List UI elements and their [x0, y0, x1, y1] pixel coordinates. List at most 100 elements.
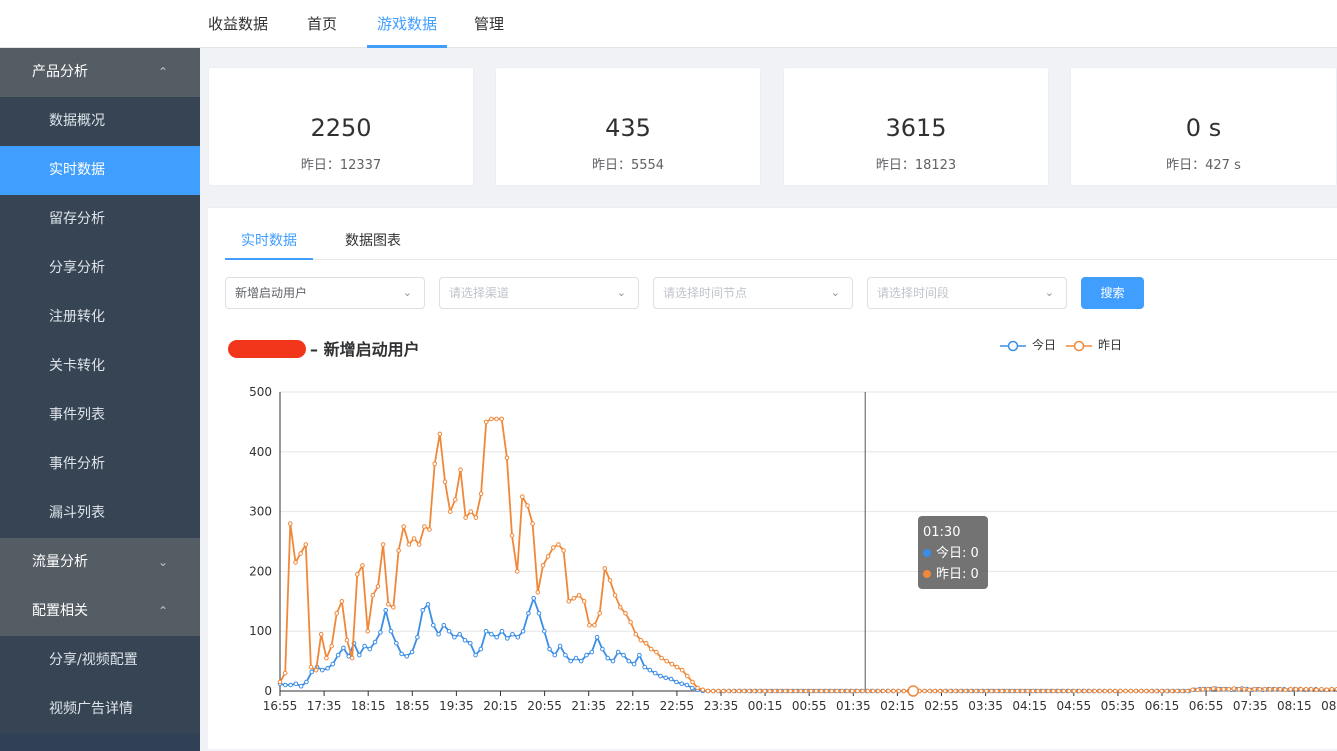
channel-select[interactable]: 请选择渠道 ⌄: [439, 277, 639, 309]
realtime-line-chart[interactable]: 0 100 200 300 400 500 16:55 17:35 18:15 18:55 19:3…: [208, 370, 1337, 720]
data-point: [1190, 687, 1195, 693]
data-point: [370, 593, 376, 598]
data-point: [341, 645, 346, 651]
data-point: [788, 688, 793, 694]
data-point: [288, 682, 293, 688]
nav-tab-home[interactable]: 首页: [307, 0, 337, 48]
card-yesterday: 昨日：427 s: [1166, 158, 1241, 173]
data-point: [515, 634, 521, 640]
x-tick-label: 07:35: [1233, 699, 1268, 713]
data-point: [881, 688, 886, 694]
tooltip-time: 01:30: [923, 525, 961, 540]
x-tick-label: 08:15: [1277, 699, 1312, 713]
legend-item-today[interactable]: 今日: [1000, 336, 1056, 353]
data-point: [834, 688, 840, 694]
data-point: [536, 611, 542, 616]
data-point: [1004, 688, 1010, 694]
sidebar: 产品分析 ⌃ 数据概况 实时数据 留存分析 分享分析 注册转化 关卡转化 事件列…: [0, 48, 200, 751]
legend-line-icon: [1000, 340, 1026, 351]
sidebar-item-register[interactable]: 注册转化: [0, 293, 200, 342]
data-point: [984, 688, 989, 694]
data-point: [473, 515, 479, 520]
nav-tab-manage[interactable]: 管理: [474, 0, 504, 48]
data-point: [447, 509, 453, 514]
sidebar-item-share[interactable]: 分享分析: [0, 244, 200, 293]
time-node-select[interactable]: 请选择时间节点 ⌄: [653, 277, 853, 309]
data-point: [690, 679, 695, 685]
data-point: [427, 527, 432, 532]
data-point: [1252, 686, 1257, 692]
data-point: [642, 664, 648, 670]
sidebar-item-level[interactable]: 关卡转化: [0, 342, 200, 391]
data-point: [1324, 687, 1329, 693]
tab-realtime[interactable]: 实时数据: [241, 230, 297, 260]
search-button[interactable]: 搜索: [1081, 277, 1144, 309]
chart-tooltip: 01:30 今日: 0 昨日: 0: [918, 516, 988, 589]
legend-item-yesterday[interactable]: 昨日: [1066, 336, 1122, 353]
data-point: [330, 661, 336, 667]
data-point: [721, 688, 726, 694]
data-point: [530, 521, 535, 526]
sidebar-item-event-analysis[interactable]: 事件分析: [0, 440, 200, 489]
data-point: [557, 643, 563, 649]
data-point: [1164, 688, 1170, 694]
top-nav: 收益数据 首页 游戏数据 管理: [0, 0, 1337, 48]
y-tick-label: 300: [249, 505, 272, 519]
data-point: [958, 688, 963, 694]
data-point: [277, 679, 283, 685]
tooltip-row-today: 今日: 0: [923, 543, 983, 564]
data-point: [746, 688, 752, 694]
sidebar-group-traffic[interactable]: 流量分析 ⌄: [0, 538, 200, 587]
data-point: [1087, 688, 1092, 694]
data-point: [1138, 688, 1144, 694]
data-point: [360, 563, 365, 568]
data-point: [901, 688, 907, 694]
data-point: [896, 688, 902, 694]
data-point: [684, 682, 690, 688]
data-point: [937, 688, 943, 694]
sidebar-item-overview[interactable]: 数据概况: [0, 97, 200, 146]
data-point: [1128, 688, 1134, 694]
nav-tab-game-data[interactable]: 游戏数据: [367, 0, 447, 48]
data-point: [999, 688, 1005, 694]
data-point: [552, 652, 558, 658]
data-point: [308, 664, 314, 670]
time-range-select-placeholder: 请选择时间段: [877, 286, 950, 300]
sidebar-item-video-ad-detail[interactable]: 视频广告详情: [0, 685, 200, 734]
x-tick-label: 02:55: [924, 699, 959, 713]
data-point: [1025, 688, 1030, 694]
sidebar-group-product-analysis[interactable]: 产品分析 ⌃: [0, 48, 200, 97]
data-point: [420, 608, 425, 613]
data-point: [468, 640, 473, 646]
sidebar-item-funnel[interactable]: 漏斗列表: [0, 489, 200, 538]
data-point: [581, 599, 587, 604]
data-point: [394, 640, 399, 646]
metric-select[interactable]: 新增启动用户 ⌄: [225, 277, 425, 309]
data-point: [1169, 688, 1175, 694]
data-point: [304, 679, 309, 685]
redacted-app-name: [228, 340, 306, 358]
data-point: [483, 628, 489, 634]
sidebar-item-realtime[interactable]: 实时数据: [0, 146, 200, 195]
data-point: [362, 643, 367, 649]
data-point: [700, 687, 706, 693]
sidebar-item-retention[interactable]: 留存分析: [0, 195, 200, 244]
data-point: [1319, 686, 1324, 692]
data-point: [1200, 686, 1206, 692]
data-point: [313, 667, 319, 673]
time-range-select[interactable]: 请选择时间段 ⌄: [867, 277, 1067, 309]
data-point: [494, 416, 499, 422]
data-point: [647, 667, 653, 673]
sidebar-group-config[interactable]: 配置相关 ⌃: [0, 587, 200, 636]
chevron-down-icon: ⌄: [616, 286, 626, 299]
data-point: [566, 599, 572, 604]
data-point: [652, 670, 658, 676]
data-point: [994, 688, 1000, 694]
tab-data-chart[interactable]: 数据图表: [345, 230, 401, 260]
sidebar-item-share-video-config[interactable]: 分享/视频配置: [0, 636, 200, 685]
sidebar-item-event-list[interactable]: 事件列表: [0, 391, 200, 440]
data-point: [927, 688, 933, 694]
nav-tab-revenue[interactable]: 收益数据: [208, 0, 268, 48]
data-point: [509, 533, 515, 538]
data-point: [762, 688, 768, 694]
